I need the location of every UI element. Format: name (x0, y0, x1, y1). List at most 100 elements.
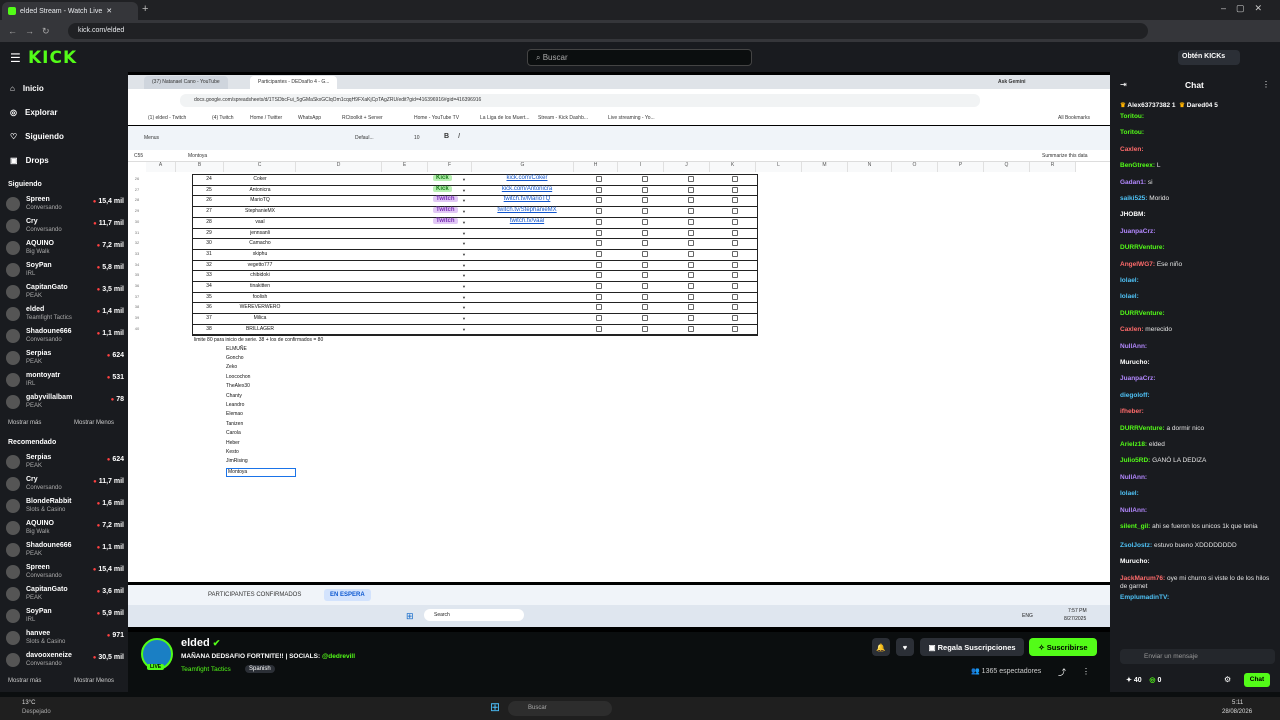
chat-username[interactable]: DURRVenture: (1120, 310, 1165, 317)
windows-start-icon[interactable]: ⊞ (490, 700, 500, 714)
sidebar-channel[interactable]: Shadoune666 Conversando 1,1 mil (6, 326, 124, 346)
sidebar-channel[interactable]: Spreen Conversando 15,4 mil (6, 562, 124, 582)
chat-username[interactable]: Arielz18: (1120, 441, 1147, 448)
chat-username[interactable]: Gadan1: (1120, 179, 1146, 186)
subscribe-button[interactable]: ✧ Suscribirse (1029, 638, 1097, 656)
new-tab-button[interactable]: + (142, 3, 148, 15)
sidebar-nav-siguiendo[interactable]: ♡ Siguiendo (10, 132, 64, 141)
checkbox (642, 250, 648, 257)
chat-username[interactable]: NullAnn: (1120, 507, 1147, 514)
sidebar-channel[interactable]: montoyatr IRL 531 (6, 370, 124, 390)
top-gifter-name[interactable]: Alex63737382 (1127, 102, 1170, 109)
chat-username[interactable]: Iolael: (1120, 490, 1139, 497)
nav-buttons[interactable]: ←→↻ (8, 26, 58, 37)
channel-category: PEAK (26, 463, 43, 469)
bell-icon[interactable]: 🔔 (872, 638, 890, 656)
chat-send-button[interactable]: Chat (1244, 673, 1270, 687)
chat-username[interactable]: silent_gil: (1120, 523, 1150, 530)
show-more-link[interactable]: Mostrar más (8, 678, 41, 684)
chat-username[interactable]: Caxlen: (1120, 146, 1143, 153)
checkbox (596, 283, 602, 289)
channel-category: Conversando (26, 573, 62, 579)
chat-username[interactable]: saiki525: (1120, 195, 1147, 202)
chat-text: elded (1148, 441, 1165, 448)
sidebar-channel[interactable]: Shadoune666 PEAK 1,1 mil (6, 540, 124, 560)
sidebar-channel[interactable]: SoyPan IRL 5,8 mil (6, 260, 124, 280)
chat-username[interactable]: ifheber: (1120, 408, 1144, 415)
chat-username[interactable]: Iolael: (1120, 293, 1139, 300)
chat-username[interactable]: JuanpaCrz: (1120, 228, 1155, 235)
row-line (192, 216, 758, 218)
chat-username[interactable]: NullAnn: (1120, 343, 1147, 350)
chat-username[interactable]: Toritou: (1120, 129, 1144, 136)
sidebar-channel[interactable]: hanvee Slots & Casino 971 (6, 628, 124, 648)
chat-username[interactable]: Iolael: (1120, 277, 1139, 284)
menu-icon[interactable]: ☰ (10, 51, 21, 65)
chat-username[interactable]: diegoloff: (1120, 392, 1150, 399)
chat-username[interactable]: JuanpaCrz: (1120, 375, 1155, 382)
sidebar-nav-inicio[interactable]: ⌂ Inicio (10, 84, 44, 93)
sidebar-channel[interactable]: AQUINO Big Walk 7,2 mil (6, 238, 124, 258)
more-options-icon[interactable]: ⋮ (1082, 667, 1090, 676)
sidebar-channel[interactable]: AQUINO Big Walk 7,2 mil (6, 518, 124, 538)
chat-username[interactable]: EmplumadinTV: (1120, 594, 1169, 601)
chat-username[interactable]: NullAnn: (1120, 474, 1147, 481)
chat-username[interactable]: DURRVenture: (1120, 425, 1165, 432)
chat-input[interactable]: Enviar un mensaje (1120, 649, 1275, 664)
share-icon[interactable]: ⤴ (1058, 667, 1066, 678)
chat-username[interactable]: Toritou: (1120, 113, 1144, 120)
heart-icon[interactable]: ♥ (896, 638, 914, 656)
close-icon[interactable]: ✕ (106, 7, 112, 15)
chat-username[interactable]: JHOBM: (1120, 211, 1146, 218)
column-header: E (382, 162, 428, 172)
get-kicks-button[interactable]: Obtén KICKs (1178, 50, 1240, 65)
streamer-name[interactable]: elded ✔ (181, 637, 220, 649)
browser-tab[interactable]: elded Stream - Watch Live ✕ (2, 2, 138, 20)
chat-username[interactable]: AngelWG7: (1120, 261, 1155, 268)
social-handle[interactable]: @dedrevill (322, 653, 355, 660)
chat-username[interactable]: JackMarum76: (1120, 575, 1165, 582)
gift-subs-button[interactable]: ▣ Regala Suscripciones (920, 638, 1024, 656)
show-more-link[interactable]: Mostrar más (8, 420, 41, 426)
chat-username[interactable]: Julio5RD: (1120, 457, 1150, 464)
chat-username[interactable]: Murucho: (1120, 558, 1150, 565)
chat-username[interactable]: DURRVenture: (1120, 244, 1165, 251)
sidebar-channel[interactable]: Cry Conversando 11,7 mil (6, 474, 124, 494)
sidebar-channel[interactable]: Cry Conversando 11,7 mil (6, 216, 124, 236)
show-less-link[interactable]: Mostrar Menos (74, 420, 114, 426)
sidebar-channel[interactable]: davooxeneize Conversando 30,5 mil (6, 650, 124, 670)
chat-username[interactable]: BenGtreex: (1120, 162, 1155, 169)
window-controls[interactable]: –▢✕ (1221, 3, 1272, 14)
search-icon: ⌕ (536, 53, 543, 62)
channel-name: CapitanGato (26, 284, 68, 291)
top-gifter-name[interactable]: Dared04 (1187, 102, 1213, 109)
sidebar-channel[interactable]: CapitanGato PEAK 3,6 mil (6, 584, 124, 604)
collapse-chat-icon[interactable]: ⇥ (1120, 80, 1127, 89)
sidebar-channel[interactable]: Serpias PEAK 624 (6, 452, 124, 472)
sidebar-nav-drops[interactable]: ▣ Drops (10, 156, 49, 165)
show-less-link[interactable]: Mostrar Menos (74, 678, 114, 684)
search-placeholder: Buscar (542, 53, 568, 62)
url-field[interactable]: kick.com/elded (68, 23, 1148, 39)
language-tag[interactable]: Spanish (245, 665, 275, 673)
kick-logo[interactable]: KICK (28, 48, 77, 68)
dropdown-arrow-icon: ▼ (462, 241, 466, 247)
stream-category[interactable]: Teamfight Tactics (181, 666, 231, 673)
sidebar-nav-explorar[interactable]: ◎ Explorar (10, 108, 57, 117)
sidebar-channel[interactable]: CapitanGato PEAK 3,5 mil (6, 282, 124, 302)
taskbar-search[interactable]: Buscar (508, 701, 612, 716)
chat-username[interactable]: ZsolJostz: (1120, 542, 1152, 549)
chat-username[interactable]: Murucho: (1120, 359, 1150, 366)
sidebar-channel[interactable]: gabyvillalbam PEAK 78 (6, 392, 124, 412)
sidebar-channel[interactable]: Serpias PEAK 624 (6, 348, 124, 368)
sidebar-channel[interactable]: elded Teamfight Tactics 1,4 mil (6, 304, 124, 324)
checkbox (688, 250, 694, 257)
sidebar-channel[interactable]: SoyPan IRL 5,9 mil (6, 606, 124, 626)
sidebar-channel[interactable]: Spreen Conversando 15,4 mil (6, 194, 124, 214)
inner-taskbar: ⊞ Search ENG 7:57 PM 8/27/2025 (128, 605, 1110, 627)
chat-menu-icon[interactable]: ⋮ (1262, 80, 1270, 89)
search-input[interactable]: ⌕ Buscar (527, 49, 752, 66)
chat-username[interactable]: Caxlen: (1120, 326, 1143, 333)
sidebar-channel[interactable]: BlondeRabbit Slots & Casino 1,6 mil (6, 496, 124, 516)
settings-icon[interactable]: ⚙ (1224, 675, 1231, 684)
